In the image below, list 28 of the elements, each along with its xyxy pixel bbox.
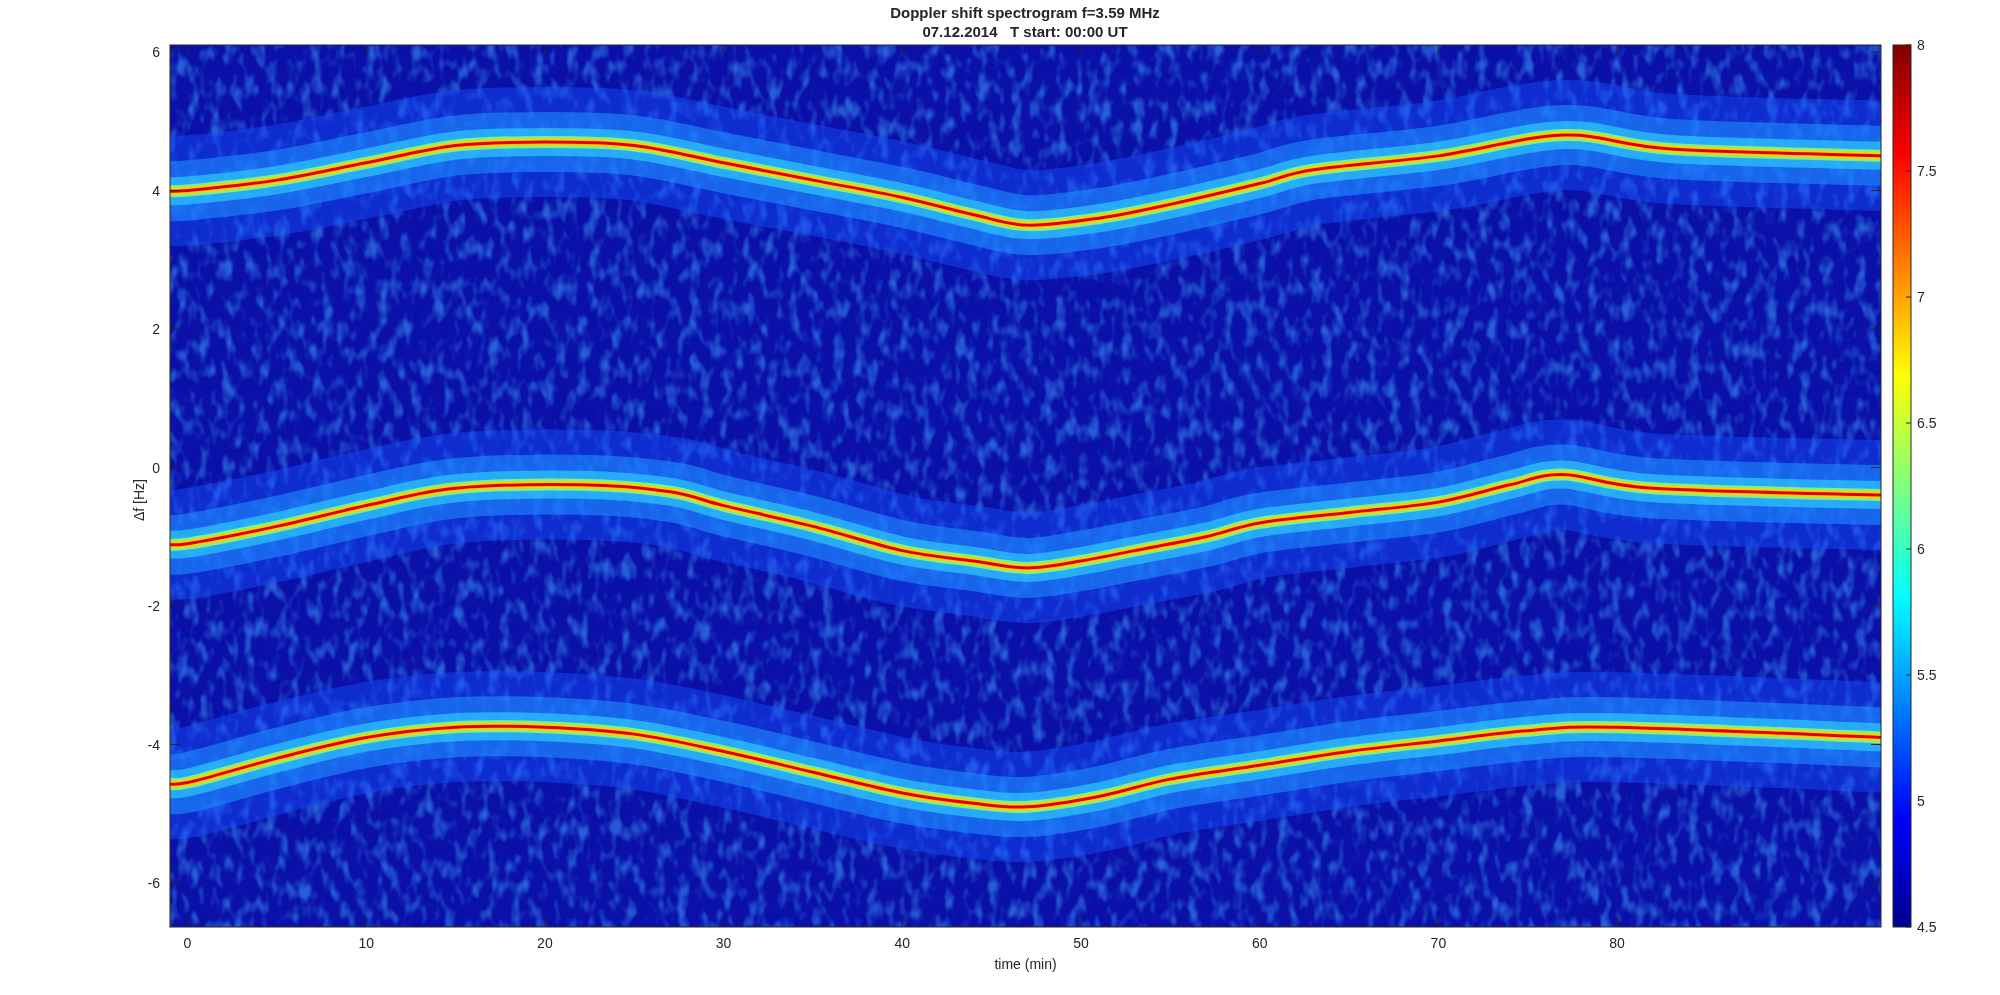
- axis-tick-label: 40: [894, 935, 911, 951]
- colorbar-tick-label: 8: [1917, 37, 1925, 53]
- colorbar-tick-label: 5: [1917, 793, 1925, 809]
- axis-tick-label: 6: [152, 44, 160, 60]
- axis-tick-label: 70: [1430, 935, 1447, 951]
- axis-tick-label: 80: [1609, 935, 1625, 951]
- axis-tick-label: 30: [715, 935, 732, 951]
- colorbar-tick-label: 6: [1917, 541, 1925, 557]
- chart-title: Doppler shift spectrogram f=3.59 MHz: [890, 4, 1160, 21]
- axis-label: time (min): [994, 956, 1057, 972]
- colorbar-tick-label: 4.5: [1917, 919, 1937, 935]
- axis-tick-label: -4: [147, 736, 160, 753]
- axis-tick-label: 2: [152, 321, 160, 337]
- colorbar-tick-label: 5.5: [1917, 667, 1937, 683]
- chart-subtitle: 07.12.2014 T start: 00:00 UT: [922, 23, 1128, 40]
- axis-tick-label: 10: [358, 935, 374, 951]
- axis-tick-label: 60: [1251, 935, 1268, 951]
- axis-tick-label: 20: [537, 935, 553, 951]
- axis-tick-label: -6: [147, 875, 160, 891]
- colorbar-tick-label: 7: [1917, 289, 1925, 305]
- axis-tick-label: 50: [1073, 935, 1089, 951]
- colorbar-tick-label: 6.5: [1917, 415, 1937, 431]
- axis-tick-label: 4: [152, 182, 160, 199]
- axis-tick-label: 0: [152, 459, 160, 476]
- axis-label: Δf [Hz]: [131, 479, 147, 521]
- axis-tick-label: 0: [183, 935, 192, 951]
- colorbar-tick-label: 7.5: [1917, 163, 1937, 179]
- axis-tick-label: -2: [147, 598, 160, 614]
